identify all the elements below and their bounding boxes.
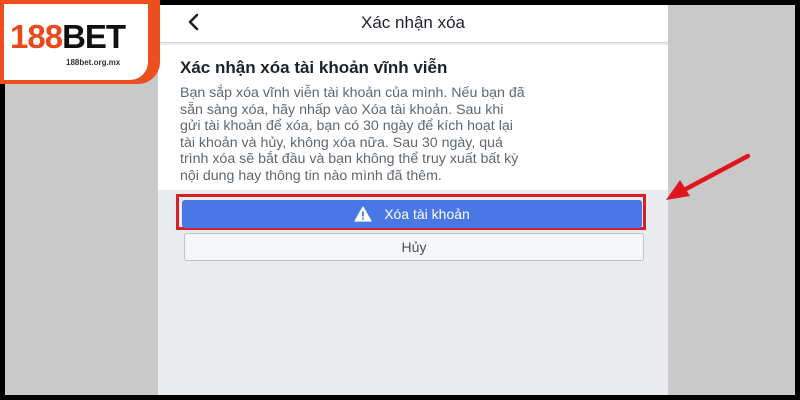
logo-number: 188 (10, 18, 63, 55)
description-line: nội dung hay thông tin nào mình đã thêm. (180, 167, 442, 184)
red-arrow-icon (666, 153, 751, 200)
cancel-button[interactable]: Hủy (184, 233, 644, 261)
logo-domain: 188bet.org.mx (66, 58, 121, 67)
brand-logo: 188BET 188bet.org.mx (0, 0, 160, 84)
page-title: Xác nhận xóa (361, 13, 465, 32)
logo-text: BET (62, 18, 126, 55)
card-title: Xác nhận xóa tài khoản vĩnh viễn (180, 58, 448, 77)
description-line: sẵn sàng xóa, hãy nhấp vào Xóa tài khoản… (180, 101, 504, 118)
description-line: tài khoản và hủy, không xóa nữa. Sau 30 … (180, 134, 503, 151)
top-bar: Xác nhận xóa (158, 5, 668, 43)
logo-panel: 188BET 188bet.org.mx (4, 4, 148, 80)
card-description: Bạn sắp xóa vĩnh viễn tài khoản của mình… (180, 85, 650, 184)
delete-account-button[interactable]: Xóa tài khoản (182, 200, 642, 228)
delete-button-label: Xóa tài khoản (384, 206, 470, 222)
phone-screen: Xác nhận xóa Xác nhận xóa tài khoản vĩnh… (158, 5, 668, 395)
warning-icon (354, 206, 372, 222)
description-line: trình xóa sẽ bắt đầu và bạn không thể tr… (180, 151, 519, 167)
description-line: Bạn sắp xóa vĩnh viễn tài khoản của mình… (180, 85, 525, 101)
confirmation-card: Xác nhận xóa tài khoản vĩnh viễn Bạn sắp… (158, 45, 668, 190)
description-line: gửi tài khoản để xóa, bạn có 30 ngày để … (180, 118, 513, 134)
logo-wordmark: 188BET (10, 18, 126, 56)
cancel-button-label: Hủy (401, 239, 427, 255)
